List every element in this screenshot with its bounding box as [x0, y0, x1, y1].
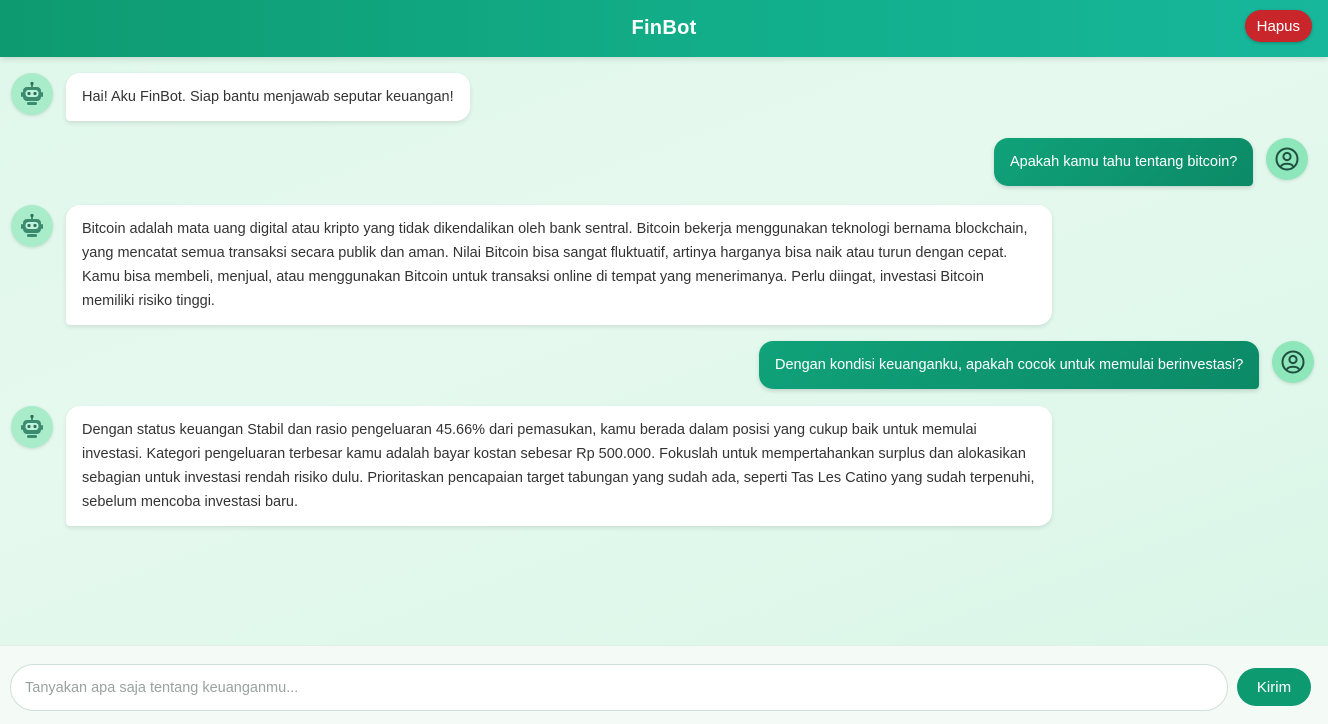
app-header: FinBot Hapus [0, 0, 1328, 57]
user-circle-icon [1266, 138, 1309, 180]
bot-message: Hai! Aku FinBot. Siap bantu menjawab sep… [11, 73, 470, 121]
bot-message: Dengan status keuangan Stabil dan rasio … [11, 406, 1052, 526]
send-button[interactable]: Kirim [1237, 668, 1311, 706]
chat-messages[interactable]: Hai! Aku FinBot. Siap bantu menjawab sep… [0, 57, 1328, 645]
bot-message-text: Hai! Aku FinBot. Siap bantu menjawab sep… [66, 73, 470, 121]
user-message: Apakah kamu tahu tentang bitcoin? [994, 138, 1309, 186]
robot-icon [11, 406, 53, 448]
user-message: Dengan kondisi keuanganku, apakah cocok … [759, 341, 1315, 389]
bot-message-text: Dengan status keuangan Stabil dan rasio … [66, 406, 1052, 526]
app-title: FinBot [631, 17, 697, 39]
robot-icon [11, 73, 53, 115]
user-message-text: Dengan kondisi keuanganku, apakah cocok … [759, 341, 1260, 389]
user-circle-icon [1272, 341, 1315, 383]
message-input[interactable] [10, 664, 1228, 711]
bot-message-text: Bitcoin adalah mata uang digital atau kr… [66, 205, 1052, 325]
robot-icon [11, 205, 53, 247]
clear-chat-button[interactable]: Hapus [1244, 10, 1312, 42]
composer-bar: Kirim [0, 645, 1328, 724]
bot-message: Bitcoin adalah mata uang digital atau kr… [11, 205, 1052, 325]
user-message-text: Apakah kamu tahu tentang bitcoin? [994, 138, 1254, 186]
